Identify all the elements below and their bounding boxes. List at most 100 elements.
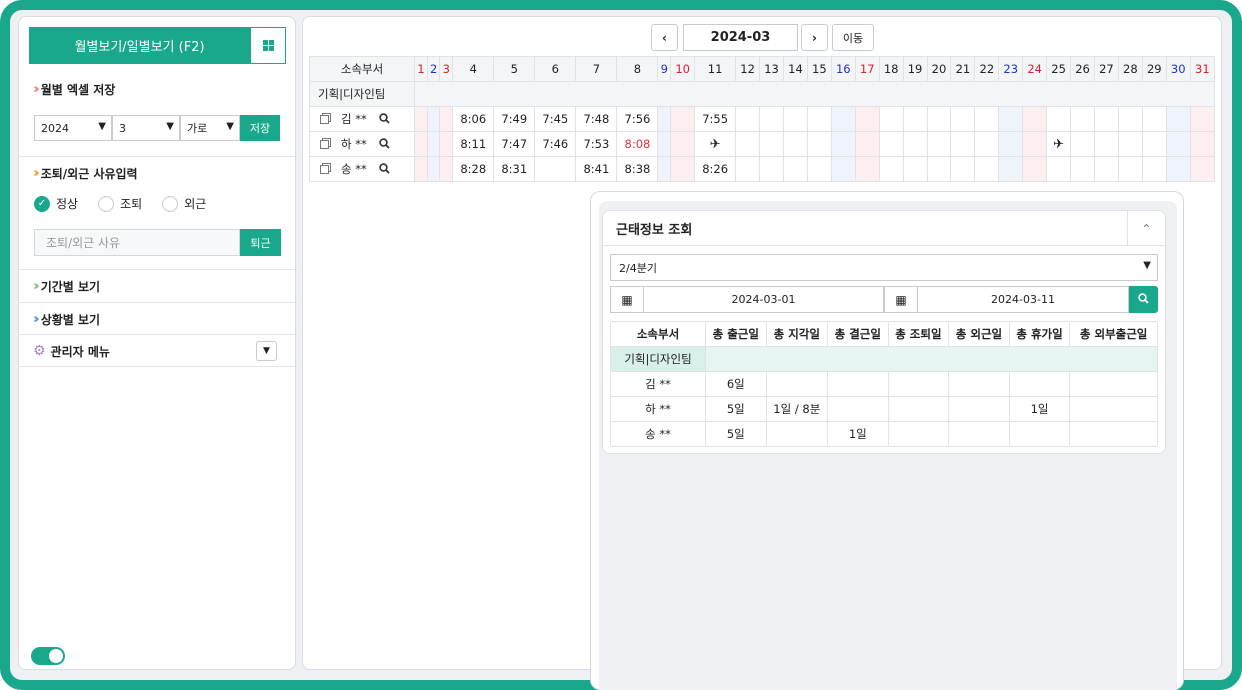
- day-cell[interactable]: [414, 106, 428, 132]
- day-cell[interactable]: [735, 156, 761, 182]
- day-cell[interactable]: 8:06: [452, 106, 495, 132]
- day-cell[interactable]: 8:28: [452, 156, 495, 182]
- admin-menu-section[interactable]: ⚙ 관리자 메뉴 ▼: [19, 335, 295, 367]
- day-cell[interactable]: [534, 156, 577, 182]
- day-cell[interactable]: [1165, 131, 1191, 157]
- day-cell[interactable]: [1093, 131, 1119, 157]
- day-cell[interactable]: [782, 106, 808, 132]
- day-cell[interactable]: [974, 106, 1000, 132]
- orientation-select[interactable]: 가로 ▼: [180, 115, 240, 141]
- status-view-header[interactable]: ›› 상황별 보기: [19, 303, 295, 335]
- day-cell[interactable]: [854, 156, 880, 182]
- day-cell[interactable]: 8:38: [616, 156, 659, 182]
- radio-outside-work[interactable]: 외근: [162, 195, 206, 212]
- day-cell[interactable]: [806, 106, 832, 132]
- day-cell[interactable]: [670, 106, 696, 132]
- day-cell[interactable]: 8:08: [616, 131, 659, 157]
- day-cell[interactable]: 7:45: [534, 106, 577, 132]
- day-cell[interactable]: [1117, 156, 1143, 182]
- day-cell[interactable]: [735, 106, 761, 132]
- toggle-switch[interactable]: [31, 647, 65, 665]
- day-cell[interactable]: [878, 156, 904, 182]
- month-input[interactable]: 2024-03: [683, 24, 798, 51]
- search-icon[interactable]: [379, 137, 390, 152]
- day-cell[interactable]: [854, 106, 880, 132]
- day-cell[interactable]: [1022, 106, 1048, 132]
- day-cell[interactable]: [439, 156, 454, 182]
- admin-menu-header[interactable]: ⚙ 관리자 메뉴: [19, 335, 295, 367]
- leave-section-header[interactable]: ›› 조퇴/외근 사유입력: [19, 157, 295, 189]
- end-date-calendar-button[interactable]: ▦: [884, 286, 918, 313]
- leave-submit-button[interactable]: 퇴근: [240, 229, 281, 256]
- day-cell[interactable]: 7:49: [493, 106, 536, 132]
- day-cell[interactable]: [1141, 156, 1167, 182]
- day-cell[interactable]: [926, 106, 952, 132]
- day-cell[interactable]: [830, 131, 856, 157]
- day-cell[interactable]: [1022, 131, 1048, 157]
- quarter-select[interactable]: 2/4분기 ▼: [610, 254, 1158, 281]
- day-cell[interactable]: [806, 156, 832, 182]
- admin-expand-button[interactable]: ▼: [256, 341, 277, 361]
- copy-icon[interactable]: [320, 165, 329, 174]
- period-view-section[interactable]: ›› 기간별 보기: [19, 270, 295, 303]
- day-cell[interactable]: 7:47: [493, 131, 536, 157]
- leave-reason-input[interactable]: 조퇴/외근 사유: [34, 229, 240, 256]
- day-cell[interactable]: [426, 156, 441, 182]
- day-cell[interactable]: [1189, 131, 1216, 157]
- day-cell[interactable]: 7:48: [575, 106, 618, 132]
- copy-icon[interactable]: [320, 140, 329, 149]
- day-cell[interactable]: [735, 131, 761, 157]
- period-view-header[interactable]: ›› 기간별 보기: [19, 270, 295, 302]
- day-cell[interactable]: [1189, 156, 1216, 182]
- day-cell[interactable]: [1165, 156, 1191, 182]
- radio-normal[interactable]: ✓ 정상: [34, 195, 78, 212]
- day-cell[interactable]: [854, 131, 880, 157]
- day-cell[interactable]: [950, 156, 976, 182]
- day-cell[interactable]: [439, 106, 454, 132]
- prev-month-button[interactable]: ‹: [651, 24, 678, 51]
- day-cell[interactable]: [998, 156, 1024, 182]
- day-cell[interactable]: [1141, 106, 1167, 132]
- day-cell[interactable]: [439, 131, 454, 157]
- day-cell[interactable]: 8:26: [694, 156, 737, 182]
- day-cell[interactable]: [902, 131, 928, 157]
- day-cell[interactable]: 8:31: [493, 156, 536, 182]
- day-cell[interactable]: [759, 131, 784, 157]
- day-cell[interactable]: [670, 131, 696, 157]
- day-cell[interactable]: [1070, 131, 1095, 157]
- day-cell[interactable]: [926, 131, 952, 157]
- day-cell[interactable]: [878, 106, 904, 132]
- day-cell[interactable]: [998, 106, 1024, 132]
- day-cell[interactable]: 7:55: [694, 106, 737, 132]
- move-button[interactable]: 이동: [832, 24, 874, 51]
- start-date-calendar-button[interactable]: ▦: [610, 286, 644, 313]
- excel-section-header[interactable]: ›› 월별 엑셀 저장: [19, 73, 295, 105]
- day-cell[interactable]: [1117, 131, 1143, 157]
- next-month-button[interactable]: ›: [801, 24, 828, 51]
- day-cell[interactable]: [657, 156, 672, 182]
- day-cell[interactable]: [1070, 106, 1095, 132]
- day-cell[interactable]: [1117, 106, 1143, 132]
- start-date-input[interactable]: 2024-03-01: [644, 286, 884, 313]
- search-icon[interactable]: [379, 112, 390, 127]
- day-cell[interactable]: [878, 131, 904, 157]
- day-cell[interactable]: [657, 131, 672, 157]
- day-cell[interactable]: [1141, 131, 1167, 157]
- radio-early-leave[interactable]: 조퇴: [98, 195, 142, 212]
- day-cell[interactable]: [902, 106, 928, 132]
- day-cell[interactable]: [670, 156, 696, 182]
- day-cell[interactable]: 7:46: [534, 131, 577, 157]
- search-icon[interactable]: [379, 162, 390, 177]
- day-cell[interactable]: [1070, 156, 1095, 182]
- day-cell[interactable]: [759, 106, 784, 132]
- day-cell[interactable]: [926, 156, 952, 182]
- day-cell[interactable]: [759, 156, 784, 182]
- day-cell[interactable]: [830, 156, 856, 182]
- day-cell[interactable]: [950, 106, 976, 132]
- grid-view-button[interactable]: [250, 27, 286, 64]
- day-cell[interactable]: [782, 156, 808, 182]
- day-cell[interactable]: [414, 156, 428, 182]
- copy-icon[interactable]: [320, 115, 329, 124]
- day-cell[interactable]: [782, 131, 808, 157]
- day-cell[interactable]: 7:53: [575, 131, 618, 157]
